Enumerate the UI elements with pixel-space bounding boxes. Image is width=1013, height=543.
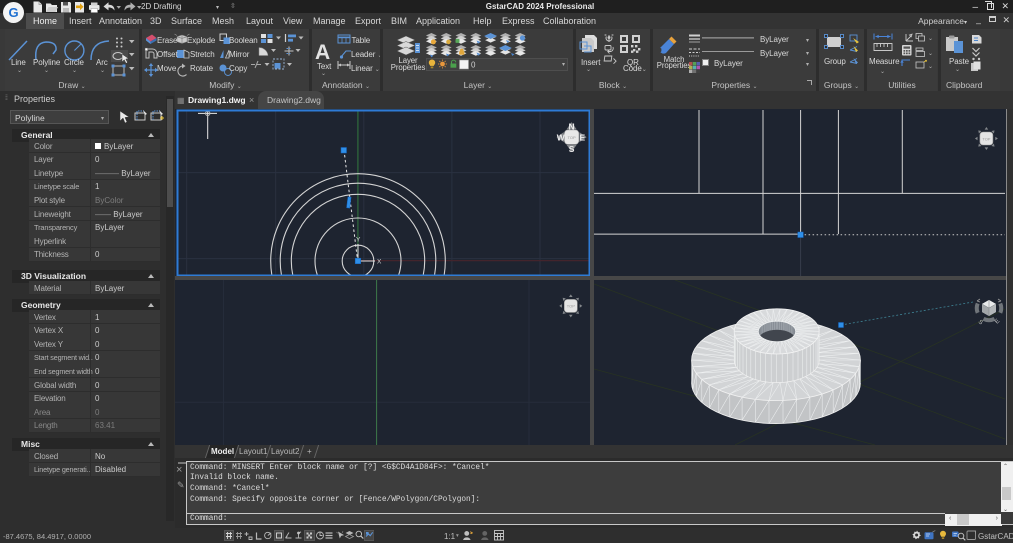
- svg-text:S: S: [569, 144, 575, 154]
- svg-text:N: N: [569, 121, 575, 131]
- svg-text:TOP: TOP: [567, 304, 575, 309]
- svg-text:X: X: [377, 259, 382, 266]
- svg-text:TOP: TOP: [982, 136, 990, 141]
- svg-text:0: 0: [471, 61, 476, 70]
- svg-text:S: S: [977, 319, 984, 326]
- svg-text:W: W: [557, 132, 566, 142]
- svg-text:TOP: TOP: [568, 135, 576, 140]
- svg-text:E: E: [994, 318, 1001, 325]
- svg-text:G: G: [8, 5, 18, 20]
- svg-text:E: E: [580, 132, 586, 142]
- svg-text:Y: Y: [356, 237, 361, 244]
